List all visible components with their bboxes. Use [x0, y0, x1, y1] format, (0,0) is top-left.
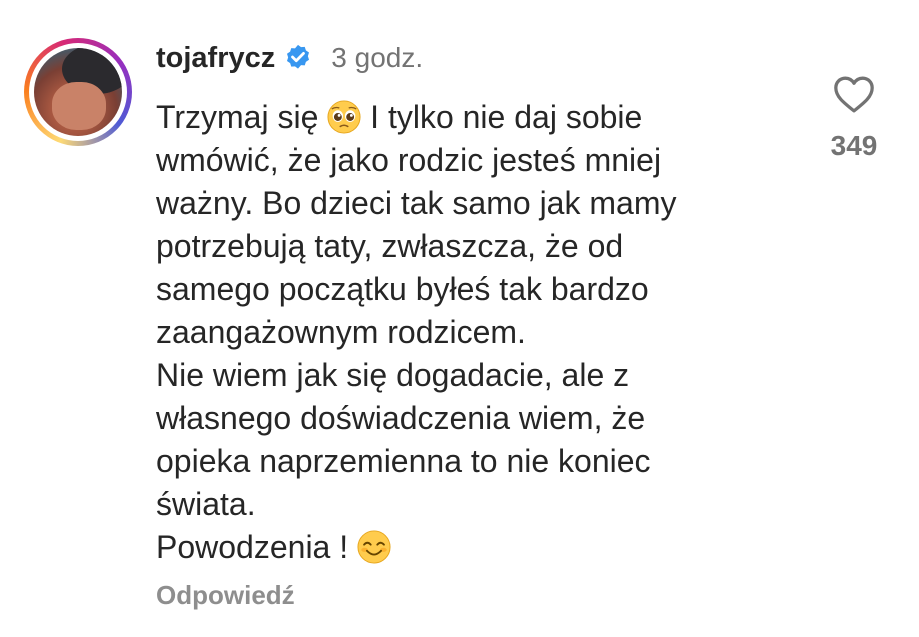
like-section: 349 — [822, 74, 886, 162]
avatar-photo — [34, 48, 122, 136]
avatar-face — [52, 82, 106, 130]
comment-line: opieka naprzemienna to nie koniec — [156, 443, 651, 479]
comment-line: Nie wiem jak się dogadacie, ale z — [156, 357, 630, 393]
like-count: 349 — [830, 130, 878, 161]
comment-line: Powodzenia ! — [156, 526, 796, 569]
verified-badge-icon — [287, 44, 310, 69]
username[interactable]: tojafrycz — [156, 42, 275, 75]
smiling-face-icon — [357, 530, 391, 564]
comment-line: własnego doświadczenia wiem, że — [156, 400, 646, 436]
comment-line: samego początku byłeś tak bardzo — [156, 271, 649, 307]
comment-line: świata. — [156, 486, 256, 522]
comment-text: Trzymaj się I tylko nie daj sobie wmówić… — [156, 96, 796, 569]
reply-button[interactable]: Odpowiedź — [156, 580, 295, 611]
comment-header: tojafrycz 3 godz. — [156, 38, 423, 78]
pleading-face-icon — [327, 100, 361, 134]
comment-line: Trzymaj się I tylko nie daj sobie — [156, 99, 643, 135]
comment-line: ważny. Bo dzieci tak samo jak mamy — [156, 185, 677, 221]
avatar[interactable] — [24, 38, 132, 146]
timestamp: 3 godz. — [331, 42, 424, 73]
comment-line: zaangażownym rodzicem. — [156, 314, 526, 350]
heart-outline-icon[interactable] — [832, 74, 876, 114]
comment-line: wmówić, że jako rodzic jesteś mniej — [156, 142, 662, 178]
comment-line: potrzebują taty, zwłaszcza, że od — [156, 228, 624, 264]
